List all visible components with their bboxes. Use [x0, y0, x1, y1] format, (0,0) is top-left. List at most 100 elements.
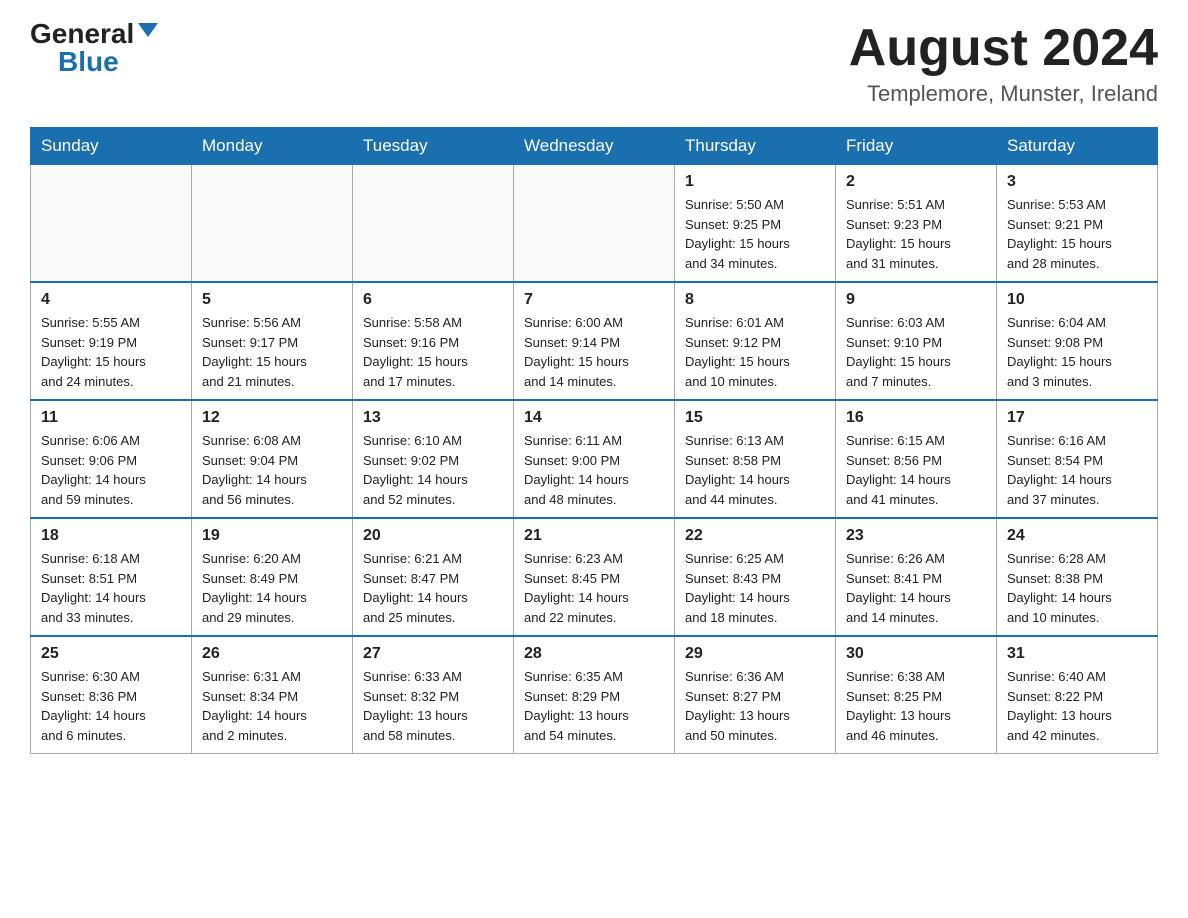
day-info: Sunrise: 6:08 AM Sunset: 9:04 PM Dayligh… [202, 431, 342, 509]
weekday-header-sunday: Sunday [31, 128, 192, 165]
calendar-cell: 13Sunrise: 6:10 AM Sunset: 9:02 PM Dayli… [353, 400, 514, 518]
calendar-cell: 15 Sunrise: 6:13 AM Sunset: 8:58 PM Dayli… [675, 400, 836, 518]
day-info: Sunrise: 6:31 AM Sunset: 8:34 PM Dayligh… [202, 667, 342, 745]
calendar-cell: 23Sunrise: 6:26 AM Sunset: 8:41 PM Dayli… [836, 518, 997, 636]
calendar-cell [353, 165, 514, 283]
week-row-1: 1Sunrise: 5:50 AM Sunset: 9:25 PM Daylig… [31, 165, 1158, 283]
logo: General Blue [30, 20, 158, 76]
calendar-cell: 16 Sunrise: 6:15 AM Sunset: 8:56 PM Dayli… [836, 400, 997, 518]
title-area: August 2024 Templemore, Munster, Ireland [849, 20, 1158, 107]
calendar-cell: 1Sunrise: 5:50 AM Sunset: 9:25 PM Daylig… [675, 165, 836, 283]
day-number: 22 [685, 527, 825, 545]
calendar-cell [192, 165, 353, 283]
day-number: 3 [1007, 173, 1147, 191]
day-info: Sunrise: 6:11 AM Sunset: 9:00 PM Dayligh… [524, 431, 664, 509]
day-number: 15 [685, 409, 825, 427]
day-number: 12 [202, 409, 342, 427]
day-number: 19 [202, 527, 342, 545]
day-info: Sunrise: 6:28 AM Sunset: 8:38 PM Dayligh… [1007, 549, 1147, 627]
calendar-cell [514, 165, 675, 283]
day-info: Sunrise: 5:53 AM Sunset: 9:21 PM Dayligh… [1007, 195, 1147, 273]
day-info: Sunrise: 6:38 AM Sunset: 8:25 PM Dayligh… [846, 667, 986, 745]
day-info: Sunrise: 5:56 AM Sunset: 9:17 PM Dayligh… [202, 313, 342, 391]
day-info: Sunrise: 6:25 AM Sunset: 8:43 PM Dayligh… [685, 549, 825, 627]
week-row-5: 25 Sunrise: 6:30 AM Sunset: 8:36 PM Dayli… [31, 636, 1158, 754]
calendar-cell: 8 Sunrise: 6:01 AM Sunset: 9:12 PM Daylig… [675, 282, 836, 400]
day-number: 6 [363, 291, 503, 309]
weekday-header-monday: Monday [192, 128, 353, 165]
weekday-header-row: SundayMondayTuesdayWednesdayThursdayFrid… [31, 128, 1158, 165]
day-number: 28 [524, 645, 664, 663]
day-info: Sunrise: 6:36 AM Sunset: 8:27 PM Dayligh… [685, 667, 825, 745]
calendar-cell: 29Sunrise: 6:36 AM Sunset: 8:27 PM Dayli… [675, 636, 836, 754]
month-title: August 2024 [849, 20, 1158, 77]
day-info: Sunrise: 6:23 AM Sunset: 8:45 PM Dayligh… [524, 549, 664, 627]
logo-triangle-icon [138, 23, 158, 37]
day-info: Sunrise: 5:55 AM Sunset: 9:19 PM Dayligh… [41, 313, 181, 391]
weekday-header-saturday: Saturday [997, 128, 1158, 165]
week-row-4: 18 Sunrise: 6:18 AM Sunset: 8:51 PM Dayli… [31, 518, 1158, 636]
location: Templemore, Munster, Ireland [849, 81, 1158, 107]
page-header: General Blue August 2024 Templemore, Mun… [30, 20, 1158, 107]
calendar-cell: 12 Sunrise: 6:08 AM Sunset: 9:04 PM Dayli… [192, 400, 353, 518]
calendar-table: SundayMondayTuesdayWednesdayThursdayFrid… [30, 127, 1158, 754]
day-info: Sunrise: 6:03 AM Sunset: 9:10 PM Dayligh… [846, 313, 986, 391]
day-number: 11 [41, 409, 181, 427]
day-number: 10 [1007, 291, 1147, 309]
day-info: Sunrise: 6:13 AM Sunset: 8:58 PM Dayligh… [685, 431, 825, 509]
day-info: Sunrise: 6:15 AM Sunset: 8:56 PM Dayligh… [846, 431, 986, 509]
weekday-header-tuesday: Tuesday [353, 128, 514, 165]
day-number: 20 [363, 527, 503, 545]
logo-blue: Blue [58, 48, 119, 76]
calendar-cell: 7 Sunrise: 6:00 AM Sunset: 9:14 PM Daylig… [514, 282, 675, 400]
day-number: 27 [363, 645, 503, 663]
day-number: 5 [202, 291, 342, 309]
day-number: 24 [1007, 527, 1147, 545]
week-row-3: 11 Sunrise: 6:06 AM Sunset: 9:06 PM Dayli… [31, 400, 1158, 518]
day-info: Sunrise: 6:40 AM Sunset: 8:22 PM Dayligh… [1007, 667, 1147, 745]
day-info: Sunrise: 6:26 AM Sunset: 8:41 PM Dayligh… [846, 549, 986, 627]
day-number: 8 [685, 291, 825, 309]
calendar-cell: 3 Sunrise: 5:53 AM Sunset: 9:21 PM Daylig… [997, 165, 1158, 283]
day-number: 9 [846, 291, 986, 309]
day-info: Sunrise: 5:50 AM Sunset: 9:25 PM Dayligh… [685, 195, 825, 273]
day-number: 30 [846, 645, 986, 663]
calendar-cell: 6Sunrise: 5:58 AM Sunset: 9:16 PM Daylig… [353, 282, 514, 400]
day-number: 25 [41, 645, 181, 663]
calendar-cell: 20 Sunrise: 6:21 AM Sunset: 8:47 PM Dayli… [353, 518, 514, 636]
calendar-cell: 9 Sunrise: 6:03 AM Sunset: 9:10 PM Daylig… [836, 282, 997, 400]
day-info: Sunrise: 6:06 AM Sunset: 9:06 PM Dayligh… [41, 431, 181, 509]
calendar-cell: 26 Sunrise: 6:31 AM Sunset: 8:34 PM Dayli… [192, 636, 353, 754]
calendar-cell: 24 Sunrise: 6:28 AM Sunset: 8:38 PM Dayli… [997, 518, 1158, 636]
day-info: Sunrise: 6:20 AM Sunset: 8:49 PM Dayligh… [202, 549, 342, 627]
calendar-cell: 14Sunrise: 6:11 AM Sunset: 9:00 PM Dayli… [514, 400, 675, 518]
day-info: Sunrise: 6:18 AM Sunset: 8:51 PM Dayligh… [41, 549, 181, 627]
calendar-cell: 17Sunrise: 6:16 AM Sunset: 8:54 PM Dayli… [997, 400, 1158, 518]
calendar-cell: 28 Sunrise: 6:35 AM Sunset: 8:29 PM Dayli… [514, 636, 675, 754]
day-info: Sunrise: 6:21 AM Sunset: 8:47 PM Dayligh… [363, 549, 503, 627]
day-info: Sunrise: 6:01 AM Sunset: 9:12 PM Dayligh… [685, 313, 825, 391]
day-number: 2 [846, 173, 986, 191]
calendar-cell: 31 Sunrise: 6:40 AM Sunset: 8:22 PM Dayli… [997, 636, 1158, 754]
day-number: 26 [202, 645, 342, 663]
day-number: 16 [846, 409, 986, 427]
calendar-cell: 10 Sunrise: 6:04 AM Sunset: 9:08 PM Dayli… [997, 282, 1158, 400]
day-number: 18 [41, 527, 181, 545]
day-number: 7 [524, 291, 664, 309]
calendar-cell: 30 Sunrise: 6:38 AM Sunset: 8:25 PM Dayli… [836, 636, 997, 754]
calendar-cell: 2 Sunrise: 5:51 AM Sunset: 9:23 PM Daylig… [836, 165, 997, 283]
day-info: Sunrise: 5:51 AM Sunset: 9:23 PM Dayligh… [846, 195, 986, 273]
weekday-header-friday: Friday [836, 128, 997, 165]
calendar-cell: 19 Sunrise: 6:20 AM Sunset: 8:49 PM Dayli… [192, 518, 353, 636]
day-info: Sunrise: 6:16 AM Sunset: 8:54 PM Dayligh… [1007, 431, 1147, 509]
calendar-cell: 5 Sunrise: 5:56 AM Sunset: 9:17 PM Daylig… [192, 282, 353, 400]
day-info: Sunrise: 6:04 AM Sunset: 9:08 PM Dayligh… [1007, 313, 1147, 391]
calendar-cell: 25 Sunrise: 6:30 AM Sunset: 8:36 PM Dayli… [31, 636, 192, 754]
day-info: Sunrise: 6:35 AM Sunset: 8:29 PM Dayligh… [524, 667, 664, 745]
week-row-2: 4Sunrise: 5:55 AM Sunset: 9:19 PM Daylig… [31, 282, 1158, 400]
calendar-cell: 21Sunrise: 6:23 AM Sunset: 8:45 PM Dayli… [514, 518, 675, 636]
day-number: 31 [1007, 645, 1147, 663]
day-info: Sunrise: 6:00 AM Sunset: 9:14 PM Dayligh… [524, 313, 664, 391]
day-info: Sunrise: 6:30 AM Sunset: 8:36 PM Dayligh… [41, 667, 181, 745]
day-info: Sunrise: 6:33 AM Sunset: 8:32 PM Dayligh… [363, 667, 503, 745]
